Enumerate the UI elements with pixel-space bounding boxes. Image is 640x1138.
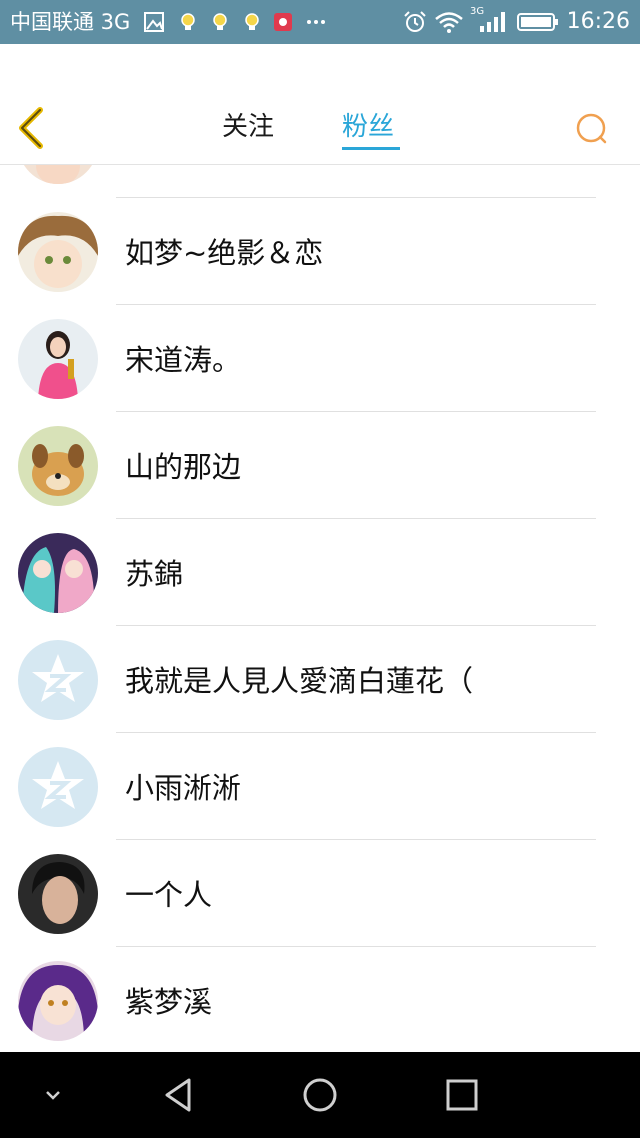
fan-name: 我就是人見人愛滴白蓮花（ bbox=[125, 664, 474, 698]
list-item[interactable]: 山的那边 bbox=[0, 412, 640, 519]
clock: 16:26 bbox=[566, 9, 630, 34]
system-nav-bar bbox=[0, 1052, 640, 1138]
avatar bbox=[18, 165, 98, 184]
lightbulb-icon bbox=[245, 13, 259, 30]
avatar bbox=[18, 212, 98, 292]
recents-square-icon[interactable] bbox=[439, 1072, 485, 1118]
anime-boy-avatar bbox=[18, 212, 98, 292]
fan-name: 小雨淅淅 bbox=[125, 771, 242, 805]
avatar bbox=[18, 533, 98, 613]
lightbulb-icon bbox=[213, 13, 227, 30]
wifi-icon bbox=[435, 12, 463, 33]
avatar bbox=[18, 854, 98, 934]
battery-icon bbox=[517, 13, 558, 31]
cartoon-dog-avatar bbox=[18, 426, 98, 506]
list-item[interactable]: 如梦~绝影＆恋 bbox=[0, 198, 640, 305]
lightbulb-icon bbox=[181, 13, 195, 30]
status-bar: 中国联通 3G 3G 16:26 bbox=[0, 0, 640, 44]
woman-pink-avatar bbox=[18, 319, 98, 399]
anime-couple-avatar bbox=[18, 533, 98, 613]
back-triangle-icon[interactable] bbox=[155, 1072, 201, 1118]
avatar bbox=[18, 426, 98, 506]
avatar bbox=[18, 319, 98, 399]
default-qzone-avatar bbox=[18, 747, 98, 827]
list-item[interactable]: 小雨淅淅 bbox=[0, 733, 640, 840]
avatar bbox=[18, 961, 98, 1041]
fan-name: 苏錦 bbox=[125, 557, 184, 591]
signal-icon bbox=[480, 12, 505, 32]
alarm-icon bbox=[404, 11, 426, 32]
tab-following[interactable]: 关注 bbox=[222, 110, 274, 144]
list-item[interactable]: 一个人 bbox=[0, 840, 640, 947]
list-item[interactable] bbox=[0, 165, 640, 197]
fan-name: 如梦~绝影＆恋 bbox=[125, 236, 324, 270]
list-item[interactable]: 宋道涛。 bbox=[0, 305, 640, 412]
fans-list: 如梦~绝影＆恋 宋道涛。 山的那边 苏錦 我就是人見人愛滴白蓮花（ 小雨淅淅 一… bbox=[0, 165, 640, 1052]
active-tab-indicator bbox=[342, 147, 400, 150]
avatar bbox=[18, 640, 98, 720]
chevron-left-icon[interactable] bbox=[12, 106, 52, 150]
man-portrait-avatar bbox=[18, 854, 98, 934]
tab-fans[interactable]: 粉丝 bbox=[342, 110, 394, 144]
home-circle-icon[interactable] bbox=[297, 1072, 343, 1118]
default-qzone-avatar bbox=[18, 640, 98, 720]
carrier-label: 中国联通 3G bbox=[10, 10, 131, 34]
fan-name: 宋道涛。 bbox=[125, 343, 242, 377]
anime-girl-avatar bbox=[18, 165, 98, 184]
list-item[interactable]: 紫梦溪 bbox=[0, 947, 640, 1052]
huawei-app-icon bbox=[274, 13, 292, 31]
header-bar: 关注 粉丝 bbox=[0, 44, 640, 165]
fan-name: 一个人 bbox=[125, 878, 213, 912]
list-item[interactable]: 我就是人見人愛滴白蓮花（ bbox=[0, 626, 640, 733]
chevron-down-icon[interactable] bbox=[30, 1072, 76, 1118]
avatar bbox=[18, 747, 98, 827]
image-icon bbox=[144, 12, 164, 32]
list-item[interactable]: 苏錦 bbox=[0, 519, 640, 626]
fan-name: 紫梦溪 bbox=[125, 985, 213, 1019]
search-icon[interactable] bbox=[572, 109, 610, 147]
anime-purple-hair-avatar bbox=[18, 961, 98, 1041]
fan-name: 山的那边 bbox=[125, 450, 242, 484]
more-dots-icon bbox=[307, 20, 325, 24]
